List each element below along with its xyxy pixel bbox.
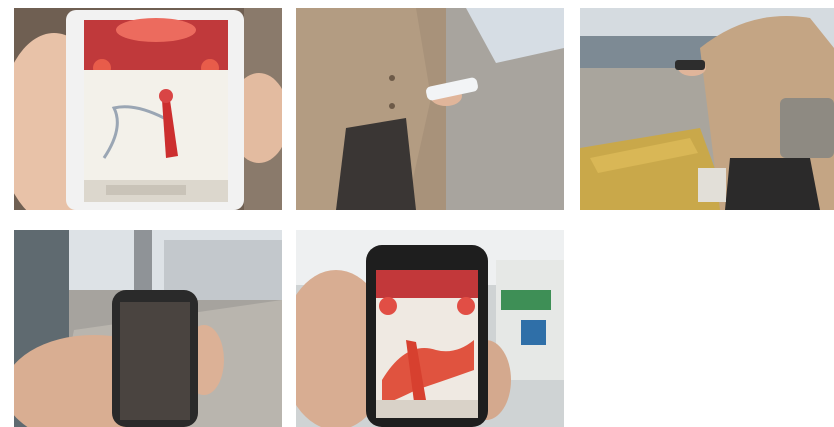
- photo-2-image: [296, 8, 564, 210]
- photo-phone-toward-street[interactable]: [14, 230, 282, 427]
- photo-3-image: [580, 8, 834, 210]
- photo-phone-route-app[interactable]: [296, 230, 564, 427]
- photo-1-image: [14, 8, 282, 210]
- photo-phone-map-closeup[interactable]: [14, 8, 282, 210]
- photo-person-phone-sidewalk[interactable]: [296, 8, 564, 210]
- photo-5-image: [296, 230, 564, 427]
- photo-person-bag-street[interactable]: [580, 8, 834, 210]
- photo-4-image: [14, 230, 282, 427]
